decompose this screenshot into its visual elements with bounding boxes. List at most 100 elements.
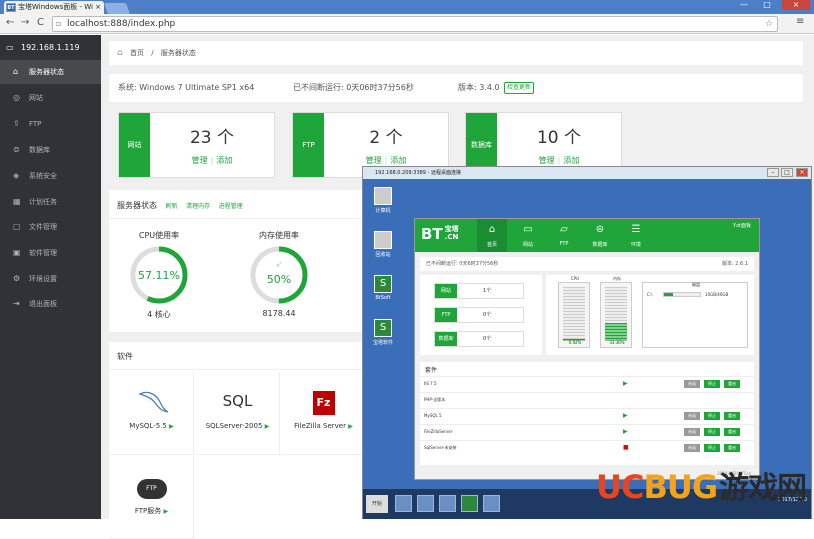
bt-plugin-action-button[interactable]: 重启 — [724, 428, 740, 436]
bt-admin[interactable]: Yxt面板 — [733, 222, 751, 229]
sidebar-item-label: 服务器状态 — [29, 68, 64, 76]
bt-mem-title: 内存 — [613, 276, 621, 281]
play-icon[interactable]: ▶ — [348, 423, 353, 430]
bt-plugin-action-button[interactable]: 停止 — [704, 412, 720, 420]
desktop-icon-bt[interactable]: S 宝塔软件 — [368, 319, 398, 346]
monitor-icon: ▭ — [523, 224, 533, 235]
computer-icon — [374, 187, 392, 205]
browser-menu-icon[interactable]: ≡ — [796, 16, 804, 27]
bt-disk-drive: C:\ — [647, 292, 653, 297]
bt-plugin-action-button[interactable]: 重启 — [724, 412, 740, 420]
bt-menu-ftp[interactable]: ▱ FTP — [549, 219, 579, 252]
sidebar-item-ftp[interactable]: ⇪ FTP — [0, 112, 101, 136]
bt-plugin-action-button[interactable]: 启动 — [684, 412, 700, 420]
sidebar-item-files[interactable]: ▢ 文件管理 — [0, 215, 101, 239]
sidebar-item-settings[interactable]: ⚙ 环境设置 — [0, 267, 101, 291]
software-item-ftp[interactable]: FTP FTP服务 ▶ — [109, 456, 194, 539]
manage-link[interactable]: 管理 — [539, 156, 555, 165]
watermark-bug: BUG — [643, 468, 718, 506]
add-link[interactable]: 添加 — [390, 156, 406, 165]
rdp-minimize-button[interactable]: – — [767, 168, 779, 177]
new-tab-button[interactable] — [103, 3, 131, 14]
bt-meters: CPU 0.92% 内存 33.36% 磁盘 C:\ 10GB/40GB — [546, 275, 754, 355]
sidebar-item-software[interactable]: ▣ 软件管理 — [0, 241, 101, 265]
add-link[interactable]: 添加 — [563, 156, 579, 165]
breadcrumb-home[interactable]: 首页 — [130, 49, 144, 57]
bt-plugin-action-button[interactable]: 启动 — [684, 428, 700, 436]
ucbug-watermark: UCBUG游戏网 .com — [596, 462, 810, 512]
bt-menu-home[interactable]: ⌂ 首页 — [477, 219, 507, 252]
taskbar-app-icon[interactable] — [439, 495, 456, 512]
bt-count-ftp[interactable]: FTP 0个 — [434, 307, 524, 323]
bt-count-database[interactable]: 数据库 0个 — [434, 331, 524, 347]
desktop-icon-recycle[interactable]: 回收站 — [368, 231, 398, 258]
taskbar-app-icon[interactable] — [395, 495, 412, 512]
software-name: MySQL-5.5 ▶ — [109, 422, 194, 430]
bt-plugin-action-button[interactable]: 停止 — [704, 380, 720, 388]
sidebar-item-security[interactable]: ◈ 系统安全 — [0, 164, 101, 188]
bt-plugin-action-button[interactable]: 停止 — [704, 428, 720, 436]
sidebar-item-server-status[interactable]: ⌂ 服务器状态 — [0, 60, 101, 84]
sidebar-host: ▭ 192.168.1.119 — [0, 35, 101, 60]
desktop-icon-computer[interactable]: 计算机 — [368, 187, 398, 214]
start-button[interactable]: 开始 — [366, 495, 388, 513]
refresh-link[interactable]: 刷新 — [166, 203, 178, 210]
sidebar-item-database[interactable]: ⊜ 数据库 — [0, 138, 101, 162]
bt-count-website[interactable]: 网站 1个 — [434, 283, 524, 299]
maximize-button[interactable]: □ — [757, 0, 777, 10]
rocket-icon[interactable]: ➶ — [275, 260, 283, 270]
card-label: FTP — [293, 113, 324, 177]
gear-icon: ⚙ — [13, 274, 21, 283]
rdp-close-button[interactable]: × — [796, 168, 808, 177]
bt-plugin-action-button[interactable]: 停止 — [704, 444, 720, 452]
action-separator: | — [210, 156, 214, 165]
memory-total: 8178.44 — [262, 309, 296, 318]
page-icon: ▫ — [56, 19, 62, 28]
bt-plugin-action-button[interactable]: 重启 — [724, 380, 740, 388]
sidebar-item-label: 数据库 — [29, 146, 50, 154]
bt-plugin-action-button[interactable]: 重启 — [724, 444, 740, 452]
url-input[interactable]: ▫ localhost:888/index.php ☆ — [52, 16, 778, 32]
folder-icon: ▱ — [560, 224, 568, 235]
back-icon[interactable]: ← — [6, 17, 14, 28]
taskbar-app-icon[interactable] — [417, 495, 434, 512]
add-link[interactable]: 添加 — [216, 156, 232, 165]
bt-plugin-action-button[interactable]: 启动 — [684, 444, 700, 452]
browser-tab[interactable]: BT 宝塔Windows面板 - Wi × — [4, 1, 104, 14]
clear-memory-link[interactable]: 清理内存 — [186, 203, 210, 210]
taskbar-app-icon[interactable] — [483, 495, 500, 512]
sidebar-item-label: 软件管理 — [29, 249, 57, 257]
minimize-button[interactable]: — — [734, 0, 754, 10]
sidebar-item-logout[interactable]: ⇥ 退出面板 — [0, 292, 101, 316]
software-item-mysql[interactable]: MySQL-5.5 ▶ — [109, 372, 194, 455]
process-manager-link[interactable]: 进程管理 — [219, 203, 243, 210]
manage-link[interactable]: 管理 — [192, 156, 208, 165]
play-icon[interactable]: ▶ — [169, 423, 174, 430]
sidebar-item-website[interactable]: ◎ 网站 — [0, 86, 101, 110]
reload-icon[interactable]: C — [37, 17, 44, 28]
bt-plugin-action-button[interactable]: 启动 — [684, 380, 700, 388]
sidebar-item-cron[interactable]: ▦ 计划任务 — [0, 190, 101, 214]
forward-icon[interactable]: → — [21, 17, 29, 28]
bt-count-value: 0个 — [483, 336, 492, 342]
check-update-button[interactable]: 检查更新 — [504, 82, 535, 94]
bt-menu-env[interactable]: ☰ 环境 — [621, 219, 651, 252]
bookmark-star-icon[interactable]: ☆ — [765, 17, 773, 31]
software-item-sqlserver[interactable]: SQL SQLServer-2005 ▶ — [195, 372, 280, 455]
bt-count-label: 网站 — [435, 284, 457, 298]
play-icon[interactable]: ▶ — [265, 423, 270, 430]
manage-link[interactable]: 管理 — [366, 156, 382, 165]
play-icon[interactable]: ▶ — [164, 508, 169, 515]
tab-close-icon[interactable]: × — [95, 1, 101, 14]
bt-disk-size: 10GB/40GB — [705, 292, 729, 297]
desktop-icon-btsoft[interactable]: S BtSoft — [368, 275, 398, 301]
running-icon: ▶ — [623, 412, 628, 419]
software-item-filezilla[interactable]: Fz FileZilla Server ▶ — [281, 372, 366, 455]
bt-menu-website[interactable]: ▭ 网站 — [513, 219, 543, 252]
bt-menu-database[interactable]: ⊜ 数据库 — [585, 219, 615, 252]
taskbar-bt-icon[interactable] — [461, 495, 478, 512]
sidebar-item-label: 系统安全 — [29, 172, 57, 180]
rdp-maximize-button[interactable]: □ — [781, 168, 793, 177]
sidebar-item-label: 文件管理 — [29, 223, 57, 231]
close-window-button[interactable]: × — [782, 0, 810, 10]
